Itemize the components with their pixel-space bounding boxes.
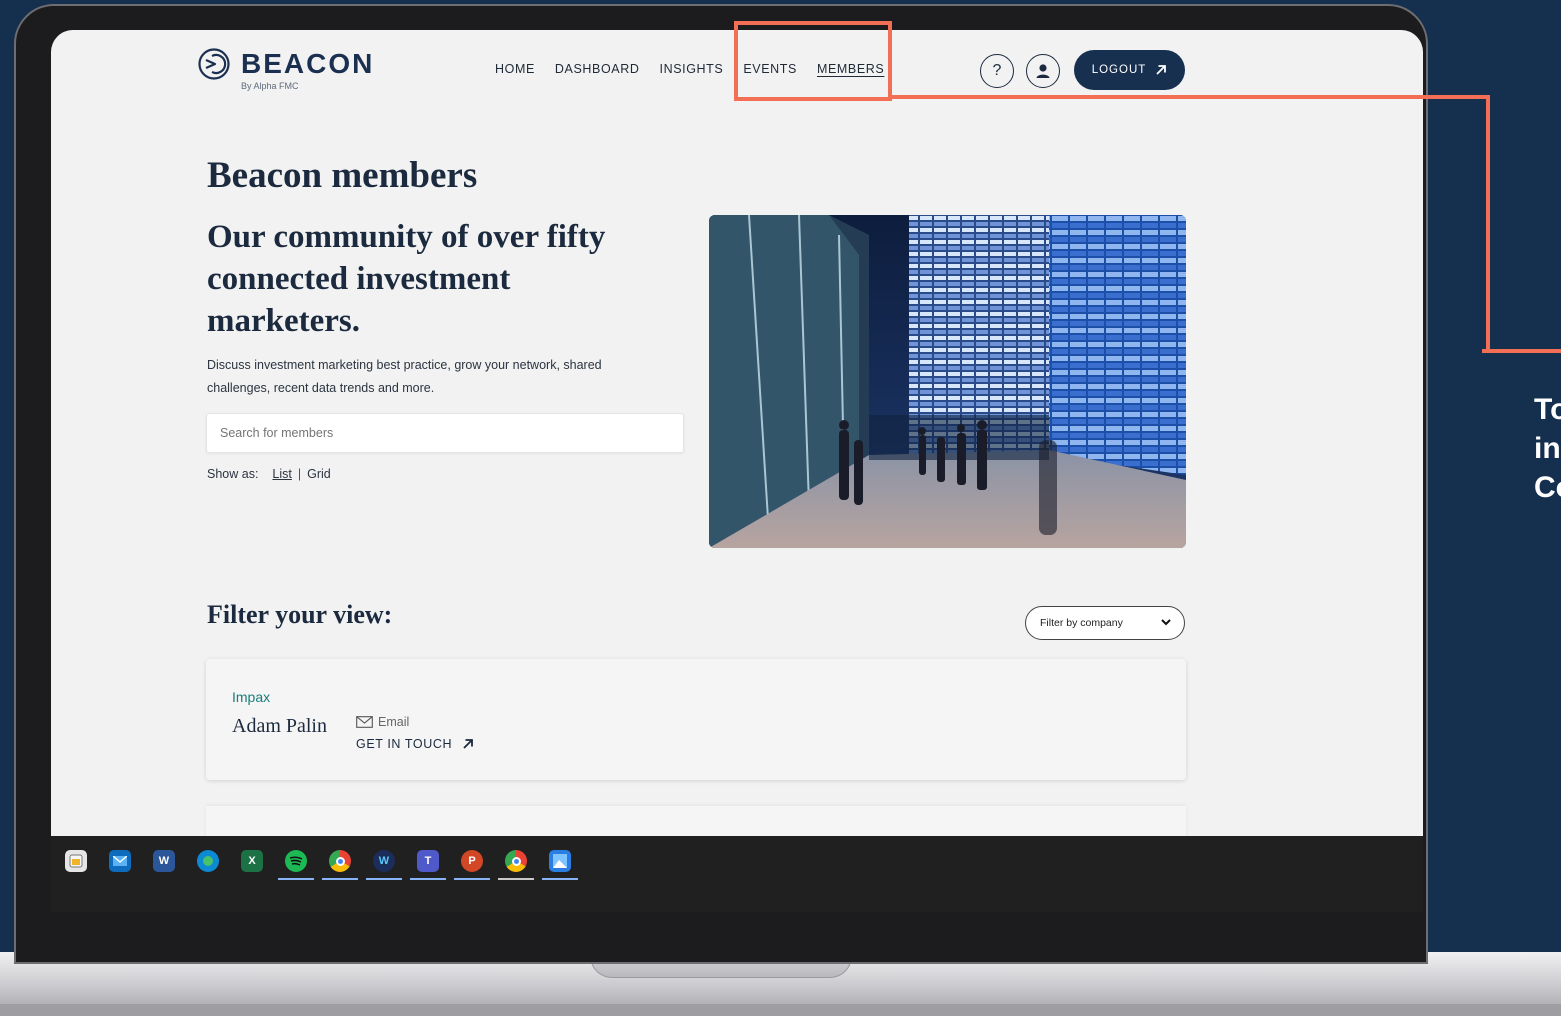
help-icon: ? — [992, 62, 1002, 79]
spotify-active-indicator — [278, 878, 314, 880]
nav-dashboard[interactable]: DASHBOARD — [555, 62, 640, 76]
logout-label: LOGOUT — [1091, 64, 1147, 76]
view-toggle: Show as: List | Grid — [207, 467, 331, 481]
taskbar: W X W T P — [51, 836, 1423, 912]
envelope-icon — [356, 716, 373, 728]
edge-icon[interactable] — [197, 850, 219, 872]
laptop-bezel: BEACON By Alpha FMC HOME DASHBOARD INSIG… — [14, 4, 1428, 964]
view-list-link[interactable]: List — [272, 467, 291, 481]
nav-insights[interactable]: INSIGHTS — [660, 62, 724, 76]
excel-icon[interactable]: X — [241, 850, 263, 872]
chrome-icon[interactable] — [329, 850, 351, 872]
arrow-up-right-icon — [463, 739, 474, 749]
page-tagline: Our community of over fifty connected in… — [207, 219, 606, 339]
chrome-profile-active-indicator — [498, 878, 534, 880]
powerpoint-icon[interactable]: P — [461, 850, 483, 872]
member-email-link[interactable]: Email — [356, 715, 409, 729]
show-as-label: Show as: — [207, 467, 259, 481]
brand-subtitle: By Alpha FMC — [241, 81, 299, 91]
company-filter-select[interactable]: Filter by company — [1025, 606, 1185, 640]
hero-building-photo — [709, 215, 1186, 548]
arrow-up-right-icon — [1156, 65, 1167, 75]
laptop-base-edge — [0, 1004, 1561, 1016]
company-filter-value: Filter by company — [1040, 617, 1123, 629]
callout-connector-bottom — [1482, 349, 1561, 353]
get-in-touch-label: GET IN TOUCH — [356, 737, 453, 751]
webex-icon[interactable]: W — [373, 850, 395, 872]
callout-line: Co — [1534, 471, 1561, 504]
powerpoint-active-indicator — [454, 878, 490, 880]
browser-screen: BEACON By Alpha FMC HOME DASHBOARD INSIG… — [51, 30, 1423, 912]
view-grid-link[interactable]: Grid — [307, 467, 331, 481]
mail-icon[interactable] — [109, 850, 131, 872]
member-email-label: Email — [378, 715, 410, 729]
member-search-input[interactable] — [206, 413, 684, 453]
chrome-active-indicator — [322, 878, 358, 880]
start-icon[interactable] — [65, 850, 87, 872]
view-separator: | — [297, 467, 302, 481]
page-title: Beacon members — [207, 155, 478, 196]
webex-active-indicator — [366, 878, 402, 880]
callout-connector-top — [890, 95, 1490, 99]
member-name: Adam Palin — [232, 715, 327, 737]
brand-name: BEACON — [241, 48, 375, 79]
logout-button[interactable]: LOGOUT — [1074, 50, 1185, 90]
photos-active-indicator — [542, 878, 578, 880]
profile-button[interactable] — [1026, 54, 1060, 88]
member-company: Impax — [232, 689, 271, 705]
photos-icon[interactable] — [549, 850, 571, 872]
chevron-down-icon — [1161, 619, 1171, 626]
members-highlight-box — [734, 21, 892, 101]
teams-active-indicator — [410, 878, 446, 880]
user-icon — [1036, 64, 1050, 78]
spotify-icon[interactable] — [285, 850, 307, 872]
teams-icon[interactable]: T — [417, 850, 439, 872]
nav-home[interactable]: HOME — [495, 62, 535, 76]
callout-line: To — [1534, 393, 1561, 426]
get-in-touch-button[interactable]: GET IN TOUCH — [356, 737, 474, 751]
help-button[interactable]: ? — [980, 54, 1014, 88]
chrome-profile-icon[interactable] — [505, 850, 527, 872]
beacon-logo[interactable]: BEACON By Alpha FMC — [197, 47, 377, 93]
callout-text: To in Co — [1534, 390, 1561, 507]
callout-connector-vertical — [1486, 95, 1490, 353]
word-icon[interactable]: W — [153, 850, 175, 872]
page-description: Discuss investment marketing best practi… — [207, 358, 602, 395]
member-card: Impax Adam Palin Email GET IN TOUCH — [206, 659, 1186, 780]
filter-title: Filter your view: — [207, 600, 393, 629]
callout-line: in — [1534, 432, 1561, 465]
beacon-logo-mark-icon — [198, 48, 230, 80]
